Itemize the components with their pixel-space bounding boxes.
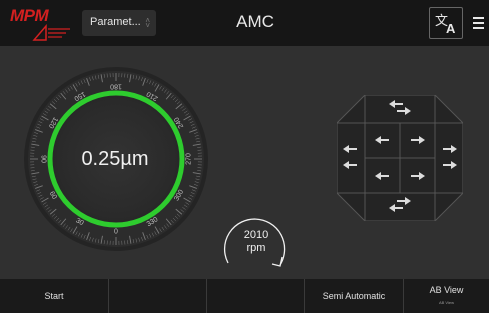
arrow-head-icon <box>271 256 283 267</box>
ab-view-label: AB View <box>429 285 464 295</box>
parameter-select[interactable]: Paramet... ˄ ˅ <box>82 10 156 36</box>
toolbar-button-2[interactable] <box>108 279 206 313</box>
start-button[interactable]: Start <box>0 279 108 313</box>
svg-text:A: A <box>446 21 456 36</box>
runout-readout: 0.25µm <box>81 148 149 170</box>
dial-label: 0 <box>114 229 118 236</box>
dial-label: 180 <box>110 83 122 90</box>
bottom-toolbar: Start Semi Automatic AB View AB View <box>0 279 489 313</box>
spindle-speed-number: 2010 <box>243 229 269 241</box>
translate-button[interactable]: 文 A <box>429 7 463 39</box>
toolbar-button-3[interactable] <box>206 279 304 313</box>
semi-automatic-button[interactable]: Semi Automatic <box>304 279 403 313</box>
logo-swoosh-icon <box>32 24 70 41</box>
ab-view-sublabel: AB View <box>438 300 455 305</box>
ab-view-button[interactable]: AB View AB View <box>403 279 489 313</box>
logo-text: MPM <box>10 6 49 25</box>
top-bar: MPM Paramet... ˄ ˅ AMC 文 A <box>0 0 489 46</box>
translate-icon: 文 A <box>435 13 456 36</box>
page-title: AMC <box>236 12 274 31</box>
select-arrows-icon: ˄ ˅ <box>145 16 150 30</box>
parameter-select-value: Paramet... <box>90 16 141 28</box>
semi-automatic-label: Semi Automatic <box>322 291 386 301</box>
dial-label: 90 <box>40 155 47 163</box>
spindle-speed-unit: rpm <box>246 242 266 254</box>
jog-pad[interactable] <box>337 95 463 221</box>
start-button-label: Start <box>44 291 64 301</box>
spindle-speed-value: 2010 rpm <box>221 229 291 255</box>
mpm-logo: MPM <box>10 6 74 44</box>
dial-label: 270 <box>186 153 193 165</box>
menu-button[interactable] <box>470 8 489 38</box>
hamburger-menu-icon <box>473 17 484 29</box>
